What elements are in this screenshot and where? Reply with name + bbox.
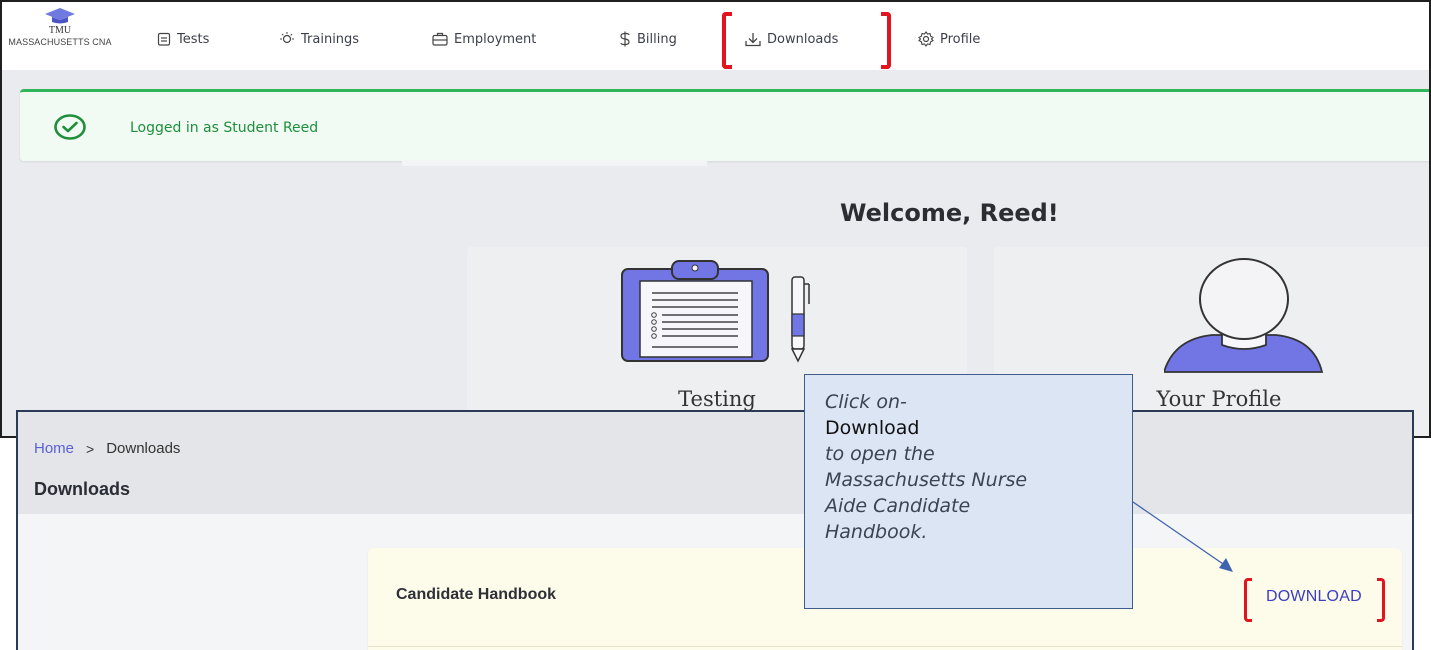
downloads-screenshot: Home > Downloads Downloads Candidate Han… xyxy=(16,410,1414,650)
gear-icon xyxy=(918,31,934,47)
callout-line-3: to open the xyxy=(825,443,935,465)
clipboard-icon xyxy=(157,32,171,46)
callout-line-4: Massachusetts Nurse xyxy=(825,469,1028,491)
nav-employment-label: Employment xyxy=(454,31,537,47)
alert-tab-strip xyxy=(402,160,707,166)
page-header: Home > Downloads Downloads xyxy=(18,412,1412,514)
briefcase-icon xyxy=(432,32,448,46)
highlight-bracket-left xyxy=(722,12,732,69)
alert-message: Logged in as Student Reed xyxy=(130,120,319,136)
page-title: Downloads xyxy=(34,479,131,499)
download-button[interactable]: DOWNLOAD xyxy=(1266,588,1362,606)
nav-profile-label: Profile xyxy=(940,31,981,47)
highlight-bracket-right xyxy=(881,12,891,69)
callout-line-1: Click on- xyxy=(825,391,907,413)
welcome-heading: Welcome, Reed! xyxy=(840,199,1059,227)
callout-line-2: Download xyxy=(825,417,920,439)
nav-billing[interactable]: Billing xyxy=(619,29,677,49)
breadcrumb-current: Downloads xyxy=(106,440,181,457)
nav-tests[interactable]: Tests xyxy=(157,29,209,49)
dollar-icon xyxy=(620,31,630,47)
download-item-name: Candidate Handbook xyxy=(396,586,557,603)
user-avatar-icon xyxy=(1164,258,1324,373)
login-success-alert: Logged in as Student Reed xyxy=(20,89,1429,161)
brand-subtitle: MASSACHUSETTS CNA xyxy=(8,37,112,47)
breadcrumb: Home > Downloads xyxy=(34,440,180,457)
top-navbar: TMU MASSACHUSETTS CNA Tests Trainings Em… xyxy=(2,2,1429,70)
nav-trainings[interactable]: Trainings xyxy=(279,29,359,49)
callout-line-5: Aide Candidate xyxy=(825,495,971,517)
nav-billing-label: Billing xyxy=(637,31,677,47)
card-divider xyxy=(368,646,1402,647)
breadcrumb-separator: > xyxy=(86,440,95,457)
nav-downloads-label: Downloads xyxy=(767,31,839,47)
nav-profile[interactable]: Profile xyxy=(918,29,980,49)
instruction-callout: Click on- Download to open the Massachus… xyxy=(804,374,1133,609)
nav-tests-label: Tests xyxy=(177,31,210,47)
dashboard-screenshot: TMU MASSACHUSETTS CNA Tests Trainings Em… xyxy=(0,0,1431,438)
nav-downloads[interactable]: Downloads xyxy=(745,29,838,49)
download-highlight-left xyxy=(1244,578,1252,622)
nav-employment[interactable]: Employment xyxy=(432,29,536,49)
download-icon xyxy=(745,32,761,46)
brand-name: TMU xyxy=(48,25,72,36)
lightbulb-icon xyxy=(280,32,294,44)
download-highlight-right xyxy=(1377,578,1385,622)
clipboard-illustration-icon xyxy=(621,260,810,363)
brand-logo[interactable]: TMU MASSACHUSETTS CNA xyxy=(4,8,116,66)
breadcrumb-home-link[interactable]: Home xyxy=(34,440,74,457)
callout-line-6: Handbook. xyxy=(825,521,928,543)
check-circle-icon xyxy=(54,114,86,140)
nav-trainings-label: Trainings xyxy=(301,31,360,47)
graduation-cap-icon xyxy=(45,8,75,24)
